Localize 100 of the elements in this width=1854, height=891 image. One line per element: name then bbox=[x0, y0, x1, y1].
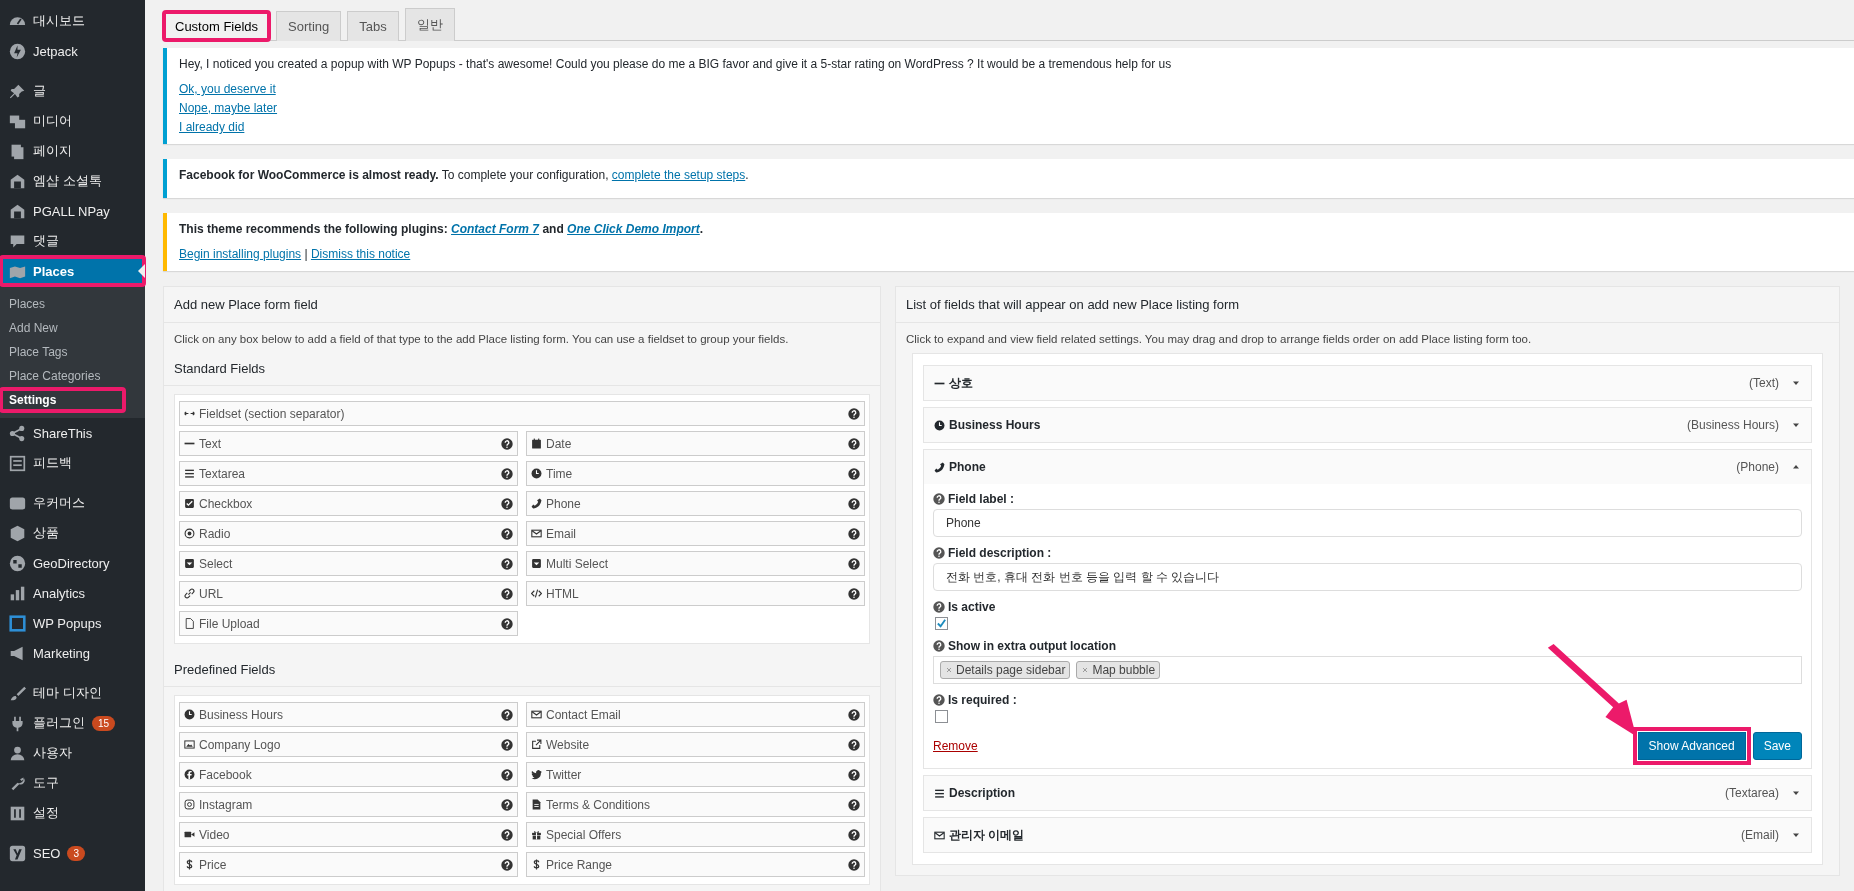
envelope-icon bbox=[531, 709, 542, 720]
sidebar-item[interactable]: 대시보드 bbox=[0, 6, 145, 36]
sidebar-item[interactable]: Jetpack bbox=[0, 36, 145, 66]
help-icon bbox=[848, 798, 860, 811]
field-type-button[interactable]: File Upload bbox=[179, 611, 518, 636]
field-type-button[interactable]: Terms & Conditions bbox=[526, 792, 865, 817]
tab[interactable]: 일반 bbox=[404, 8, 455, 41]
count-badge: 3 bbox=[67, 845, 86, 861]
field-type-button[interactable]: Price bbox=[179, 852, 518, 877]
user-icon bbox=[9, 744, 26, 762]
field-item-header[interactable]: Description (Textarea) bbox=[924, 776, 1811, 810]
sidebar-item[interactable]: WP Popups bbox=[0, 608, 145, 638]
calendar-icon bbox=[531, 438, 542, 449]
checkbox[interactable] bbox=[935, 617, 948, 630]
sidebar-item[interactable]: 상품 bbox=[0, 518, 145, 548]
field-type-button[interactable]: Date bbox=[526, 431, 865, 456]
tab[interactable]: Sorting bbox=[276, 11, 342, 41]
megaphone-icon bbox=[9, 644, 26, 662]
submenu-item[interactable]: Settings bbox=[0, 388, 125, 412]
remove-link[interactable]: Remove bbox=[933, 739, 978, 753]
sidebar-item[interactable]: SEO 3 bbox=[0, 838, 145, 868]
tab[interactable]: Custom Fields bbox=[163, 11, 271, 41]
action-button[interactable]: Save bbox=[1752, 732, 1802, 760]
field-type-button[interactable]: Multi Select bbox=[526, 551, 865, 576]
field-type-button[interactable]: Radio bbox=[179, 521, 518, 546]
sidebar-item[interactable]: PGALL NPay bbox=[0, 196, 145, 226]
sidebar-item[interactable]: 도구 bbox=[0, 768, 145, 798]
field-type-button[interactable]: Phone bbox=[526, 491, 865, 516]
field-type-button[interactable]: Email bbox=[526, 521, 865, 546]
field-type-button[interactable]: Fieldset (section separator) bbox=[179, 401, 865, 426]
notice-link[interactable]: Nope, maybe later bbox=[179, 101, 278, 115]
sidebar-item[interactable]: 엠샵 소셜톡 bbox=[0, 166, 145, 196]
tag-chip[interactable]: Details page sidebar bbox=[940, 661, 1071, 679]
notice-link[interactable]: I already did bbox=[179, 120, 245, 134]
sidebar-item[interactable]: 테마 디자인 bbox=[0, 678, 145, 708]
field-type-button[interactable]: Select bbox=[179, 551, 518, 576]
sidebar-item[interactable]: 플러그인 15 bbox=[0, 708, 145, 738]
sidebar-item[interactable]: GeoDirectory bbox=[0, 548, 145, 578]
field-type-button[interactable]: Website bbox=[526, 732, 865, 757]
notice-link[interactable]: One Click Demo Import bbox=[567, 222, 700, 236]
submenu-item[interactable]: Add New bbox=[0, 316, 145, 340]
setting-label: Show in extra output location bbox=[948, 639, 1116, 653]
clock-icon bbox=[531, 468, 542, 479]
tag-input[interactable]: Details page sidebar Map bubble bbox=[933, 656, 1802, 684]
submenu-item[interactable]: Place Categories bbox=[0, 364, 145, 388]
sidebar-item[interactable]: 우커머스 bbox=[0, 488, 145, 518]
link-icon bbox=[184, 588, 195, 599]
sidebar-item[interactable]: 댓글 bbox=[0, 226, 145, 256]
field-type-button[interactable]: Business Hours bbox=[179, 702, 518, 727]
field-item-header[interactable]: Business Hours (Business Hours) bbox=[924, 408, 1811, 442]
sidebar-item[interactable]: Analytics bbox=[0, 578, 145, 608]
sidebar-item[interactable]: Marketing bbox=[0, 638, 145, 668]
help-icon bbox=[501, 708, 513, 721]
sidebar-item[interactable]: ShareThis bbox=[0, 418, 145, 448]
field-item-header[interactable]: 관리자 이메일 (Email) bbox=[924, 818, 1811, 852]
bolt-circle-icon bbox=[9, 42, 26, 60]
field-type-button[interactable]: Video bbox=[179, 822, 518, 847]
sidebar-item[interactable]: 피드백 bbox=[0, 448, 145, 478]
help-icon bbox=[501, 527, 513, 540]
help-icon bbox=[501, 617, 513, 630]
sidebar-item[interactable]: 페이지 bbox=[0, 136, 145, 166]
text-input[interactable]: 전화 번호, 휴대 전화 번호 등을 입력 할 수 있습니다 bbox=[933, 563, 1802, 591]
field-type-button[interactable]: Company Logo bbox=[179, 732, 518, 757]
field-type-button[interactable]: URL bbox=[179, 581, 518, 606]
sidebar-item[interactable]: 사용자 bbox=[0, 738, 145, 768]
sidebar-item[interactable]: 설정 bbox=[0, 798, 145, 828]
sidebar-item[interactable]: 미디어 bbox=[0, 106, 145, 136]
field-type-button[interactable]: Instagram bbox=[179, 792, 518, 817]
notice-link[interactable]: Contact Form 7 bbox=[451, 222, 540, 236]
sidebar-item[interactable]: 글 bbox=[0, 76, 145, 106]
field-type-button[interactable]: Text bbox=[179, 431, 518, 456]
field-type-button[interactable]: Contact Email bbox=[526, 702, 865, 727]
help-icon bbox=[848, 828, 860, 841]
field-item-header[interactable]: 상호 (Text) bbox=[924, 366, 1811, 400]
seo-logo-icon bbox=[9, 844, 26, 862]
sidebar-item[interactable]: Places bbox=[0, 256, 145, 286]
field-type-button[interactable]: Facebook bbox=[179, 762, 518, 787]
envelope-icon bbox=[531, 528, 542, 539]
tab[interactable]: Tabs bbox=[347, 11, 399, 41]
field-type-button[interactable]: Special Offers bbox=[526, 822, 865, 847]
submenu-item[interactable]: Places bbox=[0, 292, 145, 316]
field-type-button[interactable]: HTML bbox=[526, 581, 865, 606]
submenu-item[interactable]: Place Tags bbox=[0, 340, 145, 364]
field-type-button[interactable]: Price Range bbox=[526, 852, 865, 877]
remove-icon bbox=[1081, 666, 1090, 674]
field-type-button[interactable]: Twitter bbox=[526, 762, 865, 787]
notice-link[interactable]: Ok, you deserve it bbox=[179, 82, 276, 96]
notice-link[interactable]: Dismiss this notice bbox=[310, 247, 411, 261]
help-icon bbox=[501, 828, 513, 841]
tag-chip[interactable]: Map bubble bbox=[1076, 661, 1161, 679]
notice-link[interactable]: Begin installing plugins bbox=[179, 247, 302, 261]
help-icon bbox=[848, 407, 860, 420]
clock-icon bbox=[184, 709, 195, 720]
field-item-header[interactable]: Phone (Phone) bbox=[924, 450, 1811, 484]
field-type-button[interactable]: Time bbox=[526, 461, 865, 486]
text-input[interactable]: Phone bbox=[933, 509, 1802, 537]
field-type-button[interactable]: Textarea bbox=[179, 461, 518, 486]
field-type-button[interactable]: Checkbox bbox=[179, 491, 518, 516]
help-icon bbox=[933, 601, 945, 613]
checkbox[interactable] bbox=[935, 710, 948, 723]
